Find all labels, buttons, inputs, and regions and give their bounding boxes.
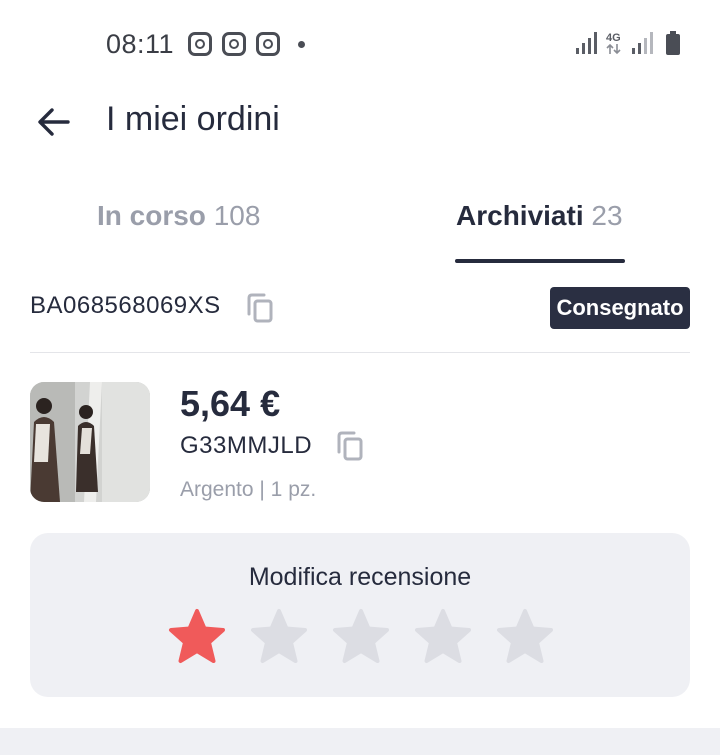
copy-sku-button[interactable] xyxy=(335,430,365,462)
star-icon[interactable] xyxy=(168,608,226,666)
back-button[interactable] xyxy=(30,98,78,146)
signal-icon xyxy=(576,32,597,54)
order-tabs: In corso 108 Archiviati 23 xyxy=(0,190,720,266)
product-price: 5,64 € xyxy=(180,383,281,424)
network-type-label: 4G xyxy=(606,32,621,44)
status-badge: Consegnato xyxy=(550,287,690,329)
divider xyxy=(30,352,690,353)
arrow-left-icon xyxy=(38,108,70,136)
product-thumbnail[interactable] xyxy=(30,382,150,502)
page-title: I miei ordini xyxy=(106,100,280,138)
product-variant: Argento | 1 pz. xyxy=(180,478,317,501)
product-sku: G33MMJLD xyxy=(180,432,313,459)
active-tab-indicator xyxy=(455,259,625,263)
more-notifications-dot xyxy=(298,41,305,48)
tab-label: Archiviati xyxy=(456,200,584,231)
star-icon[interactable] xyxy=(250,608,308,666)
signal-icon-2 xyxy=(632,32,653,54)
star-icon[interactable] xyxy=(496,608,554,666)
system-indicators: 4G xyxy=(576,31,680,55)
battery-icon xyxy=(666,31,680,55)
review-card: Modifica recensione xyxy=(30,533,690,697)
next-section-band xyxy=(0,728,720,755)
star-icon[interactable] xyxy=(332,608,390,666)
status-bar: 08:11 4G xyxy=(0,0,720,90)
tab-in-progress[interactable]: In corso 108 xyxy=(97,200,260,232)
status-time: 08:11 xyxy=(106,29,175,59)
copy-icon xyxy=(247,293,273,323)
star-icon[interactable] xyxy=(414,608,472,666)
data-arrows-icon xyxy=(606,43,621,55)
tab-label: In corso xyxy=(97,200,206,231)
instagram-icon xyxy=(256,32,280,56)
order-code: BA068568069XS xyxy=(30,292,221,319)
tab-count: 23 xyxy=(591,200,623,231)
instagram-icon xyxy=(222,32,246,56)
tab-archived[interactable]: Archiviati 23 xyxy=(456,200,623,232)
copy-order-code-button[interactable] xyxy=(245,292,275,324)
app-header: I miei ordini xyxy=(0,92,720,152)
copy-icon xyxy=(337,431,363,461)
instagram-icon xyxy=(188,32,212,56)
tab-count: 108 xyxy=(213,200,261,231)
product-photo xyxy=(30,382,150,502)
edit-review-title[interactable]: Modifica recensione xyxy=(30,563,690,592)
